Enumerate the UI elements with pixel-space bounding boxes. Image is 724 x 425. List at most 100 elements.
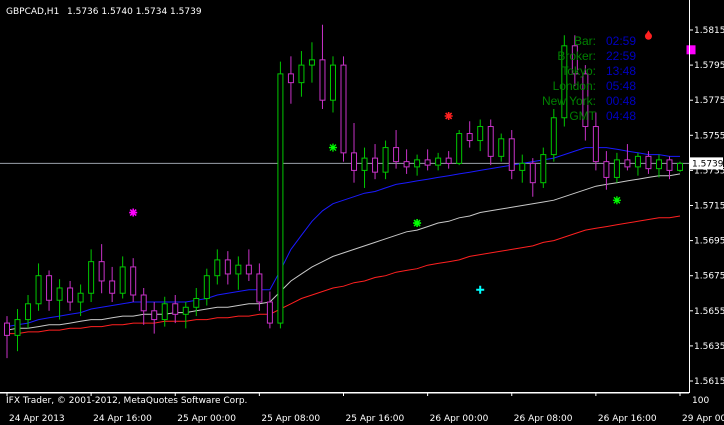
candle-body xyxy=(245,264,252,275)
candle-body xyxy=(645,155,652,170)
clock-value: 05:48 xyxy=(606,79,636,93)
candle-body xyxy=(130,266,137,296)
symbol-label: GBPCAD,H1 xyxy=(6,7,59,17)
candle-body xyxy=(351,152,358,171)
price-tick-label: 1.5815 xyxy=(694,26,724,36)
candle-body xyxy=(287,73,294,84)
candle-body xyxy=(172,303,179,315)
candle-body xyxy=(56,287,63,301)
candle-body xyxy=(308,59,315,66)
candle-body xyxy=(372,157,379,173)
subwindow-scale: 100 xyxy=(692,396,709,406)
price-tick-label: 1.5775 xyxy=(694,96,724,106)
candle-body xyxy=(224,259,231,275)
candle-body xyxy=(4,322,10,336)
candle-body xyxy=(340,64,347,154)
candle-body xyxy=(424,159,431,166)
time-tick-label: 25 Apr 16:00 xyxy=(346,414,405,424)
candle-body xyxy=(624,159,631,168)
time-tick-label: 24 Apr 16:00 xyxy=(93,414,152,424)
candle-body xyxy=(235,264,242,275)
candle-body xyxy=(298,64,305,84)
candle-body xyxy=(214,259,221,277)
time-tick-label: 25 Apr 08:00 xyxy=(261,414,320,424)
clock-label: GMT xyxy=(569,109,596,123)
time-tick-label: 24 Apr 2013 xyxy=(9,414,65,424)
candle-body xyxy=(529,162,536,184)
candle-body xyxy=(666,159,673,171)
candle-body xyxy=(634,155,641,168)
candle-body xyxy=(203,275,210,300)
candle-body xyxy=(613,159,620,178)
candle-body xyxy=(88,261,95,294)
candle-body xyxy=(67,287,74,303)
price-tick-label: 1.5795 xyxy=(694,61,724,71)
candle-body xyxy=(519,162,526,171)
candle-body xyxy=(266,301,273,324)
candle-body xyxy=(677,162,683,171)
time-tick-label: 26 Apr 16:00 xyxy=(598,414,657,424)
ohlc-readout: 1.5736 1.5740 1.5734 1.5739 xyxy=(67,7,202,17)
price-tick-label: 1.5655 xyxy=(694,307,724,317)
price-tick-label: 1.5675 xyxy=(694,272,724,282)
candle-body xyxy=(445,157,452,164)
magenta-square-marker xyxy=(686,45,696,55)
candle-body xyxy=(35,275,42,305)
clock-label: New York: xyxy=(542,94,596,108)
candle-body xyxy=(182,306,189,315)
green-cross-star-2-marker xyxy=(612,196,621,205)
candle-body xyxy=(540,154,547,184)
candle-body xyxy=(435,157,442,166)
candle-body xyxy=(319,59,326,101)
candle-body xyxy=(487,126,494,157)
time-tick-label: 29 Apr 00:00 xyxy=(682,414,724,424)
candle-body xyxy=(109,280,116,294)
candle-body xyxy=(256,273,263,303)
candle-body xyxy=(161,303,168,321)
time-tick-label: 26 Apr 08:00 xyxy=(514,414,573,424)
time-tick-label: 26 Apr 00:00 xyxy=(430,414,489,424)
candle-body xyxy=(77,292,84,303)
candle-body xyxy=(592,126,599,163)
price-tick-label: 1.5615 xyxy=(694,377,724,387)
candle-body xyxy=(140,294,147,312)
candle-body xyxy=(151,310,158,321)
candle-body xyxy=(477,126,484,142)
candle-body xyxy=(329,64,336,101)
candle-body xyxy=(46,275,53,301)
candle-body xyxy=(25,303,32,321)
green-cross-star-marker xyxy=(328,143,337,152)
magenta-star-marker xyxy=(129,208,138,217)
candle-body xyxy=(361,157,368,171)
candle-body xyxy=(603,161,610,178)
green-star-marker xyxy=(413,219,422,228)
clock-value: 04:48 xyxy=(606,109,636,123)
clock-label: London: xyxy=(553,79,596,93)
candle-body xyxy=(193,298,200,308)
candle-body xyxy=(277,73,284,324)
candlestick-chart: GBPCAD,H1 1.5736 1.5740 1.5734 1.5739 Ba… xyxy=(0,0,724,425)
clock-value: 22:59 xyxy=(606,49,636,63)
candle-body xyxy=(382,147,389,173)
price-tick-label: 1.5635 xyxy=(694,342,724,352)
candle-body xyxy=(508,138,515,171)
candle-body xyxy=(14,319,21,336)
candle-body xyxy=(550,117,557,156)
clock-label: Tokyo: xyxy=(561,64,596,78)
time-tick-label: 25 Apr 00:00 xyxy=(177,414,236,424)
candle-body xyxy=(403,161,410,168)
copyright-text: IFX Trader, © 2001-2012, MetaQuotes Soft… xyxy=(6,396,247,406)
red-star-marker xyxy=(444,111,453,120)
price-tick-label: 1.5755 xyxy=(694,131,724,141)
candle-body xyxy=(466,133,473,142)
candle-body xyxy=(414,159,421,168)
clock-label: Bar: xyxy=(574,34,596,48)
clock-label: Broker: xyxy=(557,49,596,63)
candle-body xyxy=(393,147,400,163)
candle-body xyxy=(119,266,126,294)
price-tick-label: 1.5715 xyxy=(694,202,724,212)
price-tick-label: 1.5695 xyxy=(694,237,724,247)
clock-value: 02:59 xyxy=(606,34,636,48)
candle-body xyxy=(498,138,505,157)
clock-value: 13:48 xyxy=(606,64,636,78)
